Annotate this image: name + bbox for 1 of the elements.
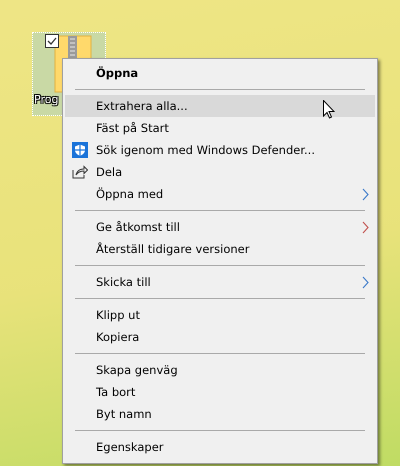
file-name: Prog xyxy=(34,93,58,106)
